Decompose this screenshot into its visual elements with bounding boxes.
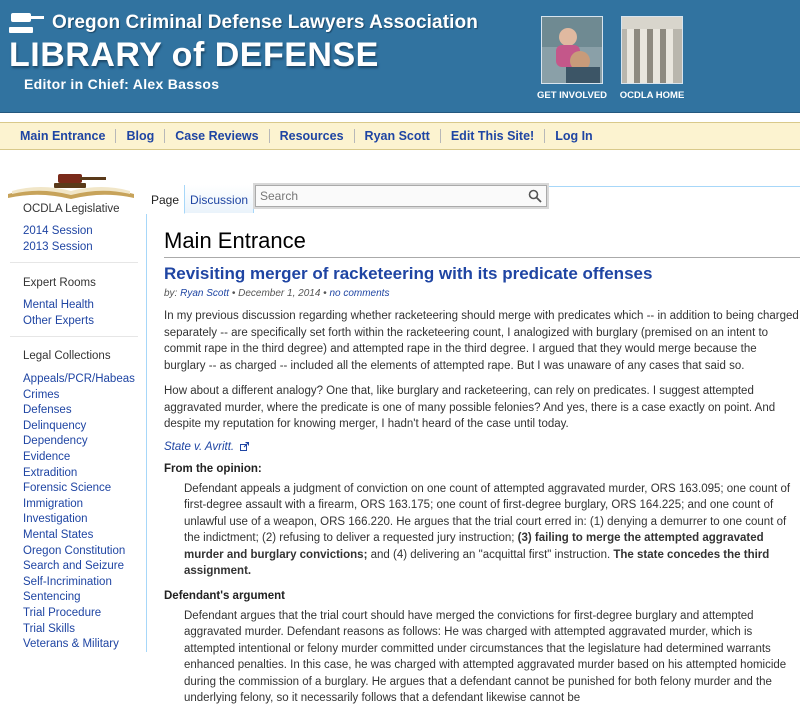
sidebar-item-trial-procedure[interactable]: Trial Procedure (23, 606, 135, 622)
nav-blog[interactable]: Blog (116, 129, 166, 143)
byline-comments[interactable]: no comments (329, 288, 389, 299)
sidebar: OCDLA Legislative 2014 Session 2013 Sess… (0, 150, 145, 651)
site-header: Oregon Criminal Defense Lawyers Associat… (0, 0, 800, 113)
sidebar-item-investigation[interactable]: Investigation (23, 512, 135, 528)
sidebar-item-extradition[interactable]: Extradition (23, 466, 135, 482)
search-box (255, 185, 547, 207)
sidebar-item-forensic-science[interactable]: Forensic Science (23, 481, 135, 497)
byline-date: • December 1, 2014 • (229, 288, 330, 299)
site-title[interactable]: LIBRARY of DEFENSE (9, 36, 379, 75)
blog-post: Revisiting merger of racketeering with i… (164, 263, 800, 707)
sidebar-divider (10, 262, 138, 263)
gavel-book-logo-icon[interactable] (4, 164, 138, 202)
sidebar-item-mental-health[interactable]: Mental Health (23, 298, 94, 314)
tab-page[interactable]: Page (146, 185, 186, 214)
sidebar-item-other-experts[interactable]: Other Experts (23, 314, 94, 330)
sidebar-item-2014-session[interactable]: 2014 Session (23, 224, 93, 240)
external-link-icon (240, 441, 250, 451)
argument-quote: Defendant argues that the trial court sh… (184, 609, 787, 705)
sidebar-list-legislative: 2014 Session 2013 Session (23, 224, 93, 255)
nav-resources[interactable]: Resources (270, 129, 355, 143)
byline-by: by: (164, 288, 178, 299)
search-icon[interactable] (528, 189, 542, 203)
sidebar-item-veterans-military[interactable]: Veterans & Military (23, 637, 135, 653)
main-nav: Main Entrance Blog Case Reviews Resource… (0, 122, 800, 150)
sidebar-item-oregon-constitution[interactable]: Oregon Constitution (23, 544, 135, 560)
sidebar-list-legal-collections: Appeals/PCR/Habeas Crimes Defenses Delin… (23, 372, 135, 653)
search-input[interactable] (256, 186, 526, 206)
page-title: Main Entrance (164, 228, 306, 253)
sidebar-divider (10, 336, 138, 337)
opinion-heading: From the opinion: (164, 462, 262, 475)
ocdla-home-photo[interactable] (621, 16, 683, 84)
page-tabs: Page Discussion (146, 185, 255, 214)
sidebar-heading-expert-rooms: Expert Rooms (23, 277, 96, 289)
nav-log-in[interactable]: Log In (545, 129, 603, 143)
nav-edit-this-site[interactable]: Edit This Site! (441, 129, 546, 143)
sidebar-item-self-incrimination[interactable]: Self-Incrimination (23, 575, 135, 591)
sidebar-item-defenses[interactable]: Defenses (23, 403, 135, 419)
sidebar-item-search-and-seizure[interactable]: Search and Seizure (23, 559, 135, 575)
sidebar-list-expert-rooms: Mental Health Other Experts (23, 298, 94, 329)
sidebar-item-immigration[interactable]: Immigration (23, 497, 135, 513)
sidebar-heading-legal-collections: Legal Collections (23, 350, 111, 362)
post-paragraph: How about a different analogy? One that,… (164, 385, 776, 430)
sidebar-item-sentencing[interactable]: Sentencing (23, 590, 135, 606)
get-involved-photo[interactable] (541, 16, 603, 84)
sidebar-item-2013-session[interactable]: 2013 Session (23, 240, 93, 256)
nav-ryan-scott[interactable]: Ryan Scott (355, 129, 441, 143)
gavel-logo-icon (9, 13, 44, 33)
post-paragraph: In my previous discussion regarding whet… (164, 310, 799, 372)
org-name[interactable]: Oregon Criminal Defense Lawyers Associat… (52, 12, 478, 34)
sidebar-item-appeals[interactable]: Appeals/PCR/Habeas (23, 372, 135, 388)
editor-in-chief: Editor in Chief: Alex Bassos (24, 76, 220, 92)
nav-main-entrance[interactable]: Main Entrance (0, 129, 117, 143)
sidebar-item-dependency[interactable]: Dependency (23, 434, 135, 450)
argument-heading: Defendant's argument (164, 589, 285, 602)
org-line: Oregon Criminal Defense Lawyers Associat… (8, 10, 478, 36)
sidebar-item-trial-skills[interactable]: Trial Skills (23, 622, 135, 638)
nav-case-reviews[interactable]: Case Reviews (165, 129, 270, 143)
title-divider (164, 257, 800, 258)
ocdla-home-tile[interactable]: OCDLA HOME (620, 16, 684, 101)
post-title[interactable]: Revisiting merger of racketeering with i… (164, 263, 800, 285)
byline-author[interactable]: Ryan Scott (180, 288, 229, 299)
tab-discussion[interactable]: Discussion (185, 185, 255, 213)
sidebar-item-evidence[interactable]: Evidence (23, 450, 135, 466)
sidebar-heading-legislative: OCDLA Legislative (23, 203, 120, 215)
quote-text: and (4) delivering an "acquittal first" … (367, 548, 614, 561)
case-link-line: State v. Avritt. (164, 441, 800, 453)
get-involved-tile[interactable]: GET INVOLVED (537, 16, 607, 101)
sidebar-item-crimes[interactable]: Crimes (23, 388, 135, 404)
opinion-quote: Defendant appeals a judgment of convicti… (184, 481, 800, 580)
sidebar-item-mental-states[interactable]: Mental States (23, 528, 135, 544)
ocdla-home-caption[interactable]: OCDLA HOME (601, 90, 703, 101)
case-link[interactable]: State v. Avritt. (164, 441, 234, 453)
post-byline: by: Ryan Scott • December 1, 2014 • no c… (164, 288, 800, 299)
sidebar-item-delinquency[interactable]: Delinquency (23, 419, 135, 435)
